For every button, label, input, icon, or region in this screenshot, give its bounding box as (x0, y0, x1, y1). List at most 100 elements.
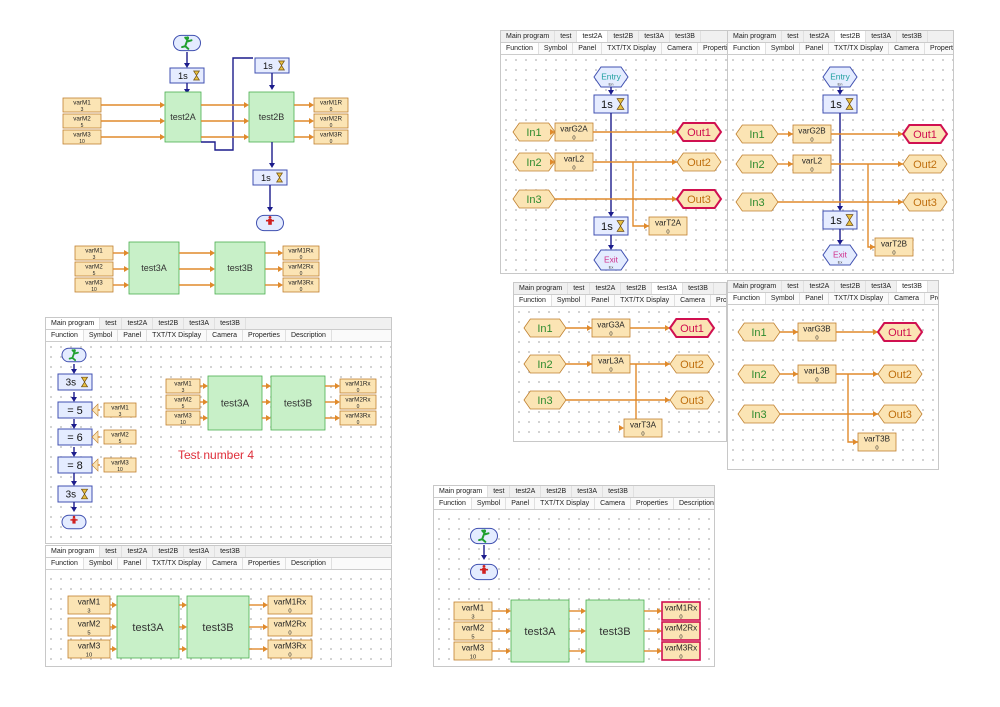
tab-test[interactable]: test (488, 486, 511, 497)
view-tab-symbol[interactable]: Symbol (766, 43, 801, 54)
view-tab-function[interactable]: Function (46, 558, 84, 569)
tab-test3a[interactable]: test3A (652, 283, 684, 294)
tab-test[interactable]: test (568, 283, 591, 294)
view-tab-txt-tx-display[interactable]: TXT/TX Display (602, 43, 663, 54)
view-tab-txt-tx-display[interactable]: TXT/TX Display (147, 558, 208, 569)
view-tab-panel[interactable]: Panel (573, 43, 603, 54)
view-tab-function[interactable]: Function (728, 43, 766, 54)
view-tab-panel[interactable]: Panel (118, 558, 148, 569)
view-tab-function[interactable]: Function (514, 295, 552, 306)
view-tab-properties[interactable]: Properties (925, 293, 938, 304)
tab-main-program[interactable]: Main program (514, 283, 569, 294)
view-tab-symbol[interactable]: Symbol (84, 558, 119, 569)
view-tab-panel[interactable]: Panel (506, 498, 536, 509)
view-tab-description[interactable]: Description (674, 498, 714, 509)
tab-test3a[interactable]: test3A (572, 486, 604, 497)
tab-test2a[interactable]: test2A (122, 318, 154, 329)
tab-test3a[interactable]: test3A (866, 31, 898, 42)
view-tab-txt-tx-display[interactable]: TXT/TX Display (147, 330, 208, 341)
tab-test3a[interactable]: test3A (184, 318, 216, 329)
variable-value: 0 (288, 609, 291, 615)
view-tab-panel[interactable]: Panel (800, 293, 830, 304)
tab-test3b[interactable]: test3B (215, 318, 246, 329)
tab-test2b[interactable]: test2B (541, 486, 573, 497)
view-tab-symbol[interactable]: Symbol (84, 330, 119, 341)
tab-test2b[interactable]: test2B (608, 31, 640, 42)
variable-name: varM2 (78, 620, 101, 629)
variable-value: 10 (117, 467, 123, 473)
tab-main-program[interactable]: Main program (46, 318, 101, 329)
tab-test2b[interactable]: test2B (835, 281, 867, 292)
tab-main-program[interactable]: Main program (501, 31, 556, 42)
tab-test2a[interactable]: test2A (804, 281, 836, 292)
tab-main-program[interactable]: Main program (728, 281, 783, 292)
tab-test[interactable]: test (100, 318, 123, 329)
variable-name: varM1 (111, 405, 129, 412)
view-tab-properties[interactable]: Properties (243, 558, 286, 569)
view-tabs: Function Symbol Panel TXT/TX Display Camera P… (728, 293, 938, 305)
tab-test3b[interactable]: test3B (215, 546, 246, 557)
view-tab-panel[interactable]: Panel (800, 43, 830, 54)
program-tabs: Main program test test2A test2B test3A test3B (728, 281, 938, 293)
view-tab-function[interactable]: Function (46, 330, 84, 341)
view-tab-function[interactable]: Function (434, 498, 472, 509)
view-tab-camera[interactable]: Camera (889, 293, 926, 304)
view-tab-description[interactable]: Description (286, 558, 332, 569)
tab-test3b[interactable]: test3B (603, 486, 634, 497)
view-tab-camera[interactable]: Camera (595, 498, 632, 509)
tab-test3b[interactable]: test3B (670, 31, 701, 42)
view-tab-camera[interactable]: Camera (207, 558, 244, 569)
variable-value: 5 (182, 404, 185, 410)
tab-main-program[interactable]: Main program (46, 546, 101, 557)
variable-name: varG2B (798, 127, 825, 136)
tab-test3a[interactable]: test3A (184, 546, 216, 557)
tab-test[interactable]: test (782, 31, 805, 42)
tab-test2a[interactable]: test2A (577, 31, 609, 42)
tab-test3b[interactable]: test3B (683, 283, 714, 294)
tab-test[interactable]: test (555, 31, 578, 42)
tab-test2a[interactable]: test2A (590, 283, 622, 294)
view-tab-symbol[interactable]: Symbol (539, 43, 574, 54)
tab-test2b[interactable]: test2B (153, 318, 185, 329)
tab-test[interactable]: test (782, 281, 805, 292)
view-tab-panel[interactable]: Panel (586, 295, 616, 306)
view-tab-camera[interactable]: Camera (207, 330, 244, 341)
view-tab-txt-tx-display[interactable]: TXT/TX Display (829, 293, 890, 304)
tab-test3a[interactable]: test3A (639, 31, 671, 42)
view-tab-txt-tx-display[interactable]: TXT/TX Display (535, 498, 596, 509)
view-tab-description[interactable]: Description (286, 330, 332, 341)
view-tab-function[interactable]: Function (501, 43, 539, 54)
tab-test2a[interactable]: test2A (510, 486, 542, 497)
tab-test2a[interactable]: test2A (122, 546, 154, 557)
tab-test3b[interactable]: test3B (897, 281, 928, 292)
view-tab-symbol[interactable]: Symbol (472, 498, 507, 509)
port-label: In3 (751, 409, 766, 421)
view-tab-symbol[interactable]: Symbol (552, 295, 587, 306)
view-tab-camera[interactable]: Camera (675, 295, 712, 306)
view-tab-camera[interactable]: Camera (889, 43, 926, 54)
view-tab-properties[interactable]: Properties (925, 43, 953, 54)
view-tab-properties[interactable]: Properties (711, 295, 726, 306)
view-tab-function[interactable]: Function (728, 293, 766, 304)
tab-test3a[interactable]: test3A (866, 281, 898, 292)
tab-test2b[interactable]: test2B (621, 283, 653, 294)
tab-test2a[interactable]: test2A (804, 31, 836, 42)
view-tab-properties[interactable]: Properties (698, 43, 729, 54)
view-tab-properties[interactable]: Properties (243, 330, 286, 341)
tab-main-program[interactable]: Main program (728, 31, 783, 42)
tab-test[interactable]: test (100, 546, 123, 557)
variable-value: 0 (609, 368, 612, 374)
view-tab-symbol[interactable]: Symbol (766, 293, 801, 304)
tab-test2b[interactable]: test2B (835, 31, 867, 42)
tab-main-program[interactable]: Main program (434, 486, 489, 497)
variable-name: varM1 (73, 100, 91, 107)
variable-name: varM1Rx (288, 248, 314, 255)
view-tab-panel[interactable]: Panel (118, 330, 148, 341)
view-tab-txt-tx-display[interactable]: TXT/TX Display (615, 295, 676, 306)
tab-test2b[interactable]: test2B (153, 546, 185, 557)
view-tab-txt-tx-display[interactable]: TXT/TX Display (829, 43, 890, 54)
window-test3A: Main program test test2A test2B test3A test3B… (513, 282, 727, 442)
tab-test3b[interactable]: test3B (897, 31, 928, 42)
view-tab-camera[interactable]: Camera (662, 43, 699, 54)
view-tab-properties[interactable]: Properties (631, 498, 674, 509)
